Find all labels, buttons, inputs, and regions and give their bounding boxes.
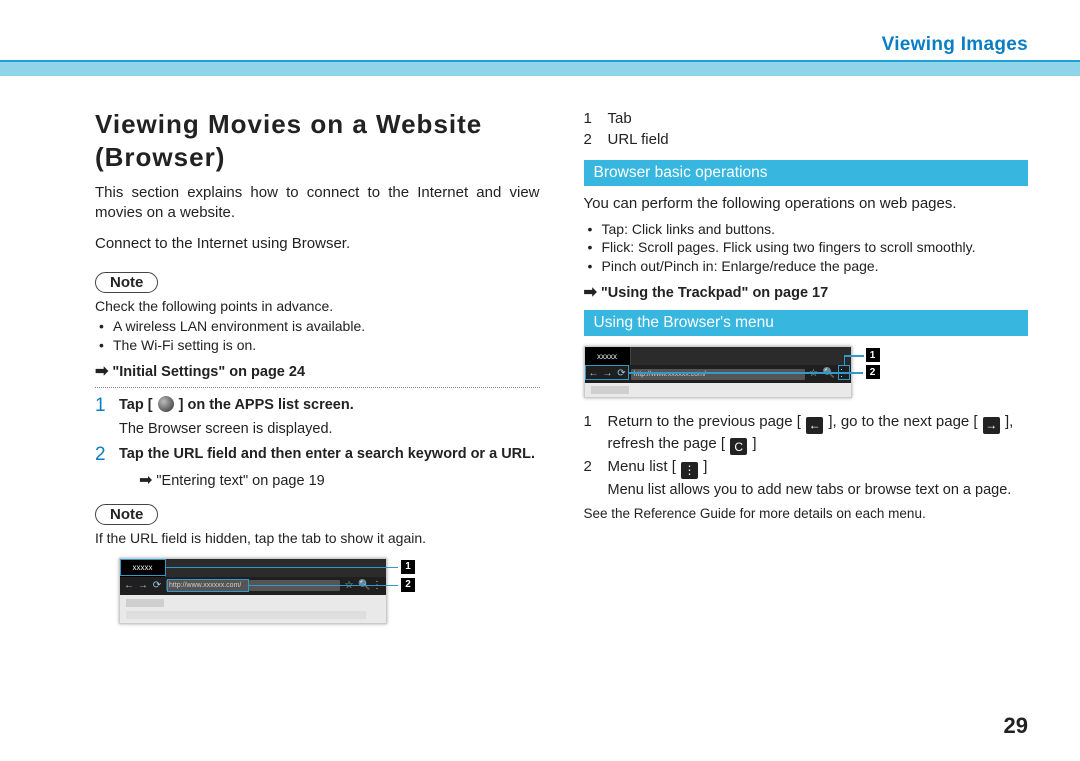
callout-line bbox=[249, 585, 398, 587]
browser-app-icon bbox=[158, 396, 174, 412]
ref-text: "Using the Trackpad" on page 17 bbox=[601, 285, 828, 301]
step-1-sub: The Browser screen is displayed. bbox=[119, 421, 540, 437]
legend-label: Tab bbox=[608, 108, 632, 129]
divider bbox=[95, 387, 540, 388]
back-icon: ← bbox=[124, 581, 134, 591]
ops-bullets: Tap: Click links and buttons. Flick: Scr… bbox=[584, 220, 1029, 277]
check-bullet: The Wi-Fi setting is on. bbox=[95, 336, 540, 355]
check-bullet: A wireless LAN environment is available. bbox=[95, 317, 540, 336]
ref-text: "Entering text" on page 19 bbox=[156, 473, 324, 489]
menu-icon: ⋮ bbox=[681, 462, 698, 479]
back-icon: ← bbox=[806, 417, 823, 434]
forward-icon: → bbox=[983, 417, 1000, 434]
menu-icon: ⋮ bbox=[837, 369, 847, 379]
check-bullets: A wireless LAN environment is available.… bbox=[95, 317, 540, 355]
callout-number-2: 2 bbox=[866, 365, 880, 379]
callout-line bbox=[166, 567, 398, 569]
page-title: Viewing Movies on a Website (Browser) bbox=[95, 108, 540, 173]
url-field: http://www.xxxxxx.com/ bbox=[631, 369, 805, 380]
callout-line bbox=[844, 355, 846, 366]
content-columns: Viewing Movies on a Website (Browser) Th… bbox=[0, 0, 1080, 648]
right-column: 1 Tab 2 URL field Browser basic operations… bbox=[584, 108, 1029, 648]
browser-tabs: xxxxx bbox=[585, 347, 851, 365]
step-text: Tap the URL field and then enter a searc… bbox=[119, 445, 540, 466]
callout-number-2: 2 bbox=[401, 578, 415, 592]
legend-label: URL field bbox=[608, 129, 669, 150]
connect-paragraph: Connect to the Internet using Browser. bbox=[95, 234, 540, 254]
callout-line bbox=[844, 355, 864, 357]
ref-trackpad: ➡"Using the Trackpad" on page 17 bbox=[584, 282, 1029, 302]
reference-note: See the Reference Guide for more details… bbox=[584, 505, 1029, 523]
note-label: Note bbox=[95, 504, 158, 525]
page-content bbox=[585, 383, 851, 397]
ops-bullet: Tap: Click links and buttons. bbox=[584, 220, 1029, 239]
desc-text: Menu list [ ⋮ ] bbox=[608, 457, 1029, 479]
subsection-browser-menu: Using the Browser's menu bbox=[584, 310, 1029, 336]
subsection-basic-ops: Browser basic operations bbox=[584, 160, 1029, 186]
step-number: 1 bbox=[95, 396, 109, 417]
ops-intro: You can perform the following operations… bbox=[584, 194, 1029, 214]
refresh-icon: ⟳ bbox=[617, 369, 627, 379]
callout-number-1: 1 bbox=[866, 348, 880, 362]
callout-line bbox=[629, 372, 863, 374]
ops-bullet: Flick: Scroll pages. Flick using two fin… bbox=[584, 238, 1029, 257]
page-number: 29 bbox=[1004, 713, 1028, 739]
search-icon: 🔍 bbox=[823, 369, 833, 379]
note-label: Note bbox=[95, 272, 158, 293]
step-2: 2 Tap the URL field and then enter a sea… bbox=[95, 445, 540, 466]
header-band bbox=[0, 62, 1080, 76]
ref-text: "Initial Settings" on page 24 bbox=[112, 364, 305, 380]
menu-list-description: Menu list allows you to add new tabs or … bbox=[608, 481, 1029, 501]
back-icon: ← bbox=[589, 369, 599, 379]
check-intro: Check the following points in advance. bbox=[95, 297, 540, 316]
refresh-icon: ⟳ bbox=[152, 581, 162, 591]
browser-figure-2: xxxxx ← → ⟳ http://www.xxxxxx.com/ ☆ 🔍 ⋮ bbox=[584, 346, 894, 402]
browser-urlbar: ← → ⟳ http://www.xxxxxx.com/ ☆ 🔍 ⋮ bbox=[585, 365, 851, 383]
arrow-icon: ➡ bbox=[139, 472, 152, 489]
menu-description-list: 1 Return to the previous page [ ← ], go … bbox=[584, 412, 1029, 479]
desc-num: 1 bbox=[584, 412, 598, 455]
browser-tab: xxxxx bbox=[585, 347, 631, 365]
section-header: Viewing Images bbox=[882, 34, 1028, 56]
arrow-icon: ➡ bbox=[584, 284, 597, 301]
step-text: Tap [ ] on the APPS list screen. bbox=[119, 396, 540, 417]
browser-tab: xxxxx bbox=[120, 559, 166, 577]
figure-legend: 1 Tab 2 URL field bbox=[584, 108, 1029, 150]
legend-num: 1 bbox=[584, 108, 598, 129]
intro-paragraph: This section explains how to connect to … bbox=[95, 183, 540, 222]
forward-icon: → bbox=[138, 581, 148, 591]
arrow-icon: ➡ bbox=[95, 363, 108, 380]
left-column: Viewing Movies on a Website (Browser) Th… bbox=[95, 108, 540, 648]
callout-number-1: 1 bbox=[401, 560, 415, 574]
browser-figure-1: xxxxx ← → ⟳ http://www.xxxxxx.com/ ☆ 🔍 ⋮ bbox=[119, 558, 429, 638]
step-text-pre: Tap [ bbox=[119, 397, 153, 413]
desc-text: Return to the previous page [ ← ], go to… bbox=[608, 412, 1029, 455]
step-2-ref: ➡"Entering text" on page 19 bbox=[139, 470, 540, 490]
star-icon: ☆ bbox=[809, 369, 819, 379]
refresh-icon: C bbox=[730, 438, 747, 455]
step-number: 2 bbox=[95, 445, 109, 466]
desc-num: 2 bbox=[584, 457, 598, 479]
step-1: 1 Tap [ ] on the APPS list screen. bbox=[95, 396, 540, 417]
forward-icon: → bbox=[603, 369, 613, 379]
ref-initial-settings: ➡"Initial Settings" on page 24 bbox=[95, 361, 540, 381]
page-content bbox=[120, 595, 386, 623]
legend-num: 2 bbox=[584, 129, 598, 150]
ops-bullet: Pinch out/Pinch in: Enlarge/reduce the p… bbox=[584, 257, 1029, 276]
step-text-post: ] on the APPS list screen. bbox=[179, 397, 354, 413]
note-body: If the URL field is hidden, tap the tab … bbox=[95, 529, 540, 548]
